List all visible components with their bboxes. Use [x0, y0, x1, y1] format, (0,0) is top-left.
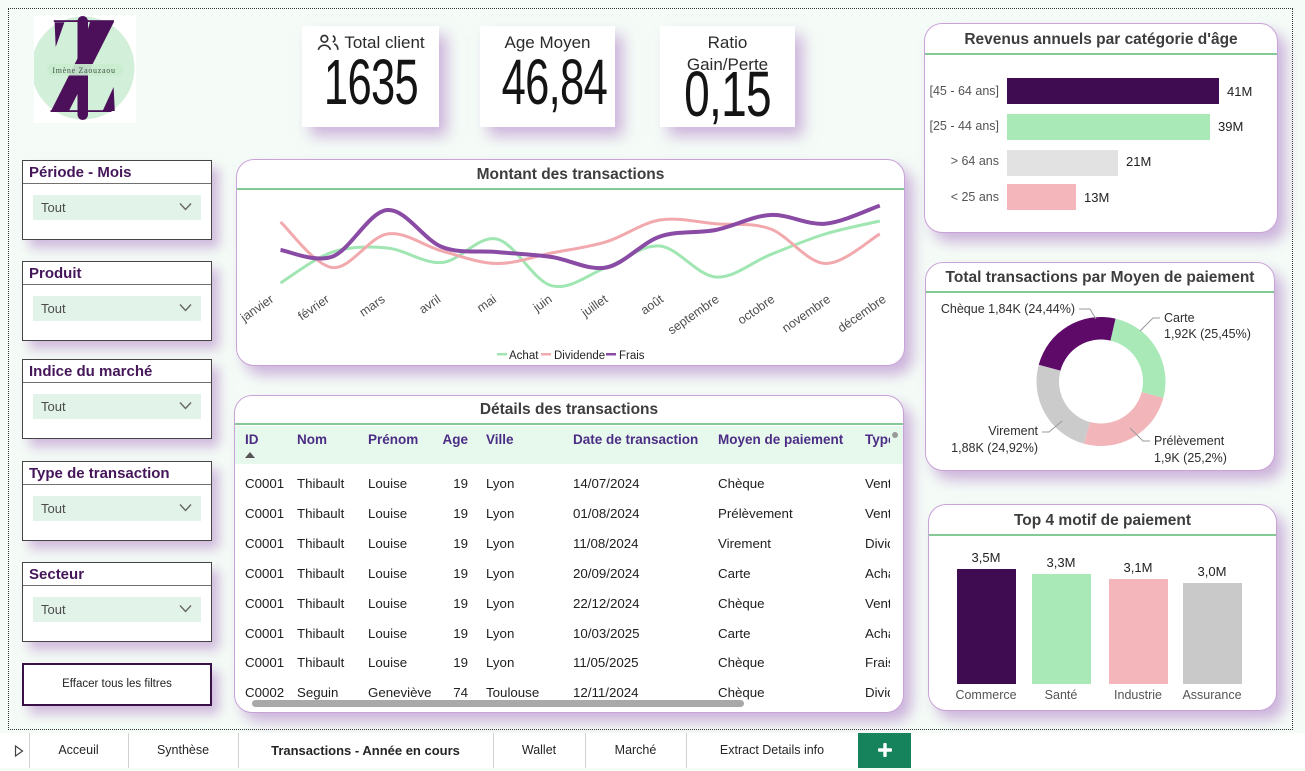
svg-text:décembre: décembre [835, 292, 889, 335]
svg-text:1,92K (25,45%): 1,92K (25,45%) [1164, 327, 1251, 341]
svg-text:juin: juin [530, 292, 555, 315]
svg-text:mai: mai [474, 292, 499, 315]
svg-text:Imène Zaouzaou: Imène Zaouzaou [52, 66, 115, 75]
svg-text:avril: avril [416, 292, 443, 317]
svg-text:février: février [295, 292, 331, 323]
svg-text:Dividende: Dividende [554, 350, 605, 362]
svg-text:juillet: juillet [578, 292, 611, 321]
svg-text:septembre: septembre [665, 292, 721, 337]
svg-text:novembre: novembre [779, 292, 833, 335]
svg-text:août: août [638, 292, 666, 318]
svg-text:janvier: janvier [237, 292, 276, 325]
svg-text:Virement: Virement [988, 424, 1038, 438]
svg-text:Chèque 1,84K (24,44%): Chèque 1,84K (24,44%) [941, 302, 1075, 316]
svg-text:Carte: Carte [1164, 311, 1195, 325]
svg-text:1,9K (25,2%): 1,9K (25,2%) [1154, 451, 1227, 465]
svg-text:Prélèvement: Prélèvement [1154, 434, 1225, 448]
svg-text:octobre: octobre [735, 292, 777, 327]
svg-text:1,88K (24,92%): 1,88K (24,92%) [951, 441, 1038, 455]
svg-text:mars: mars [357, 292, 388, 319]
svg-text:Achat: Achat [509, 350, 539, 362]
svg-text:Frais: Frais [619, 350, 645, 362]
